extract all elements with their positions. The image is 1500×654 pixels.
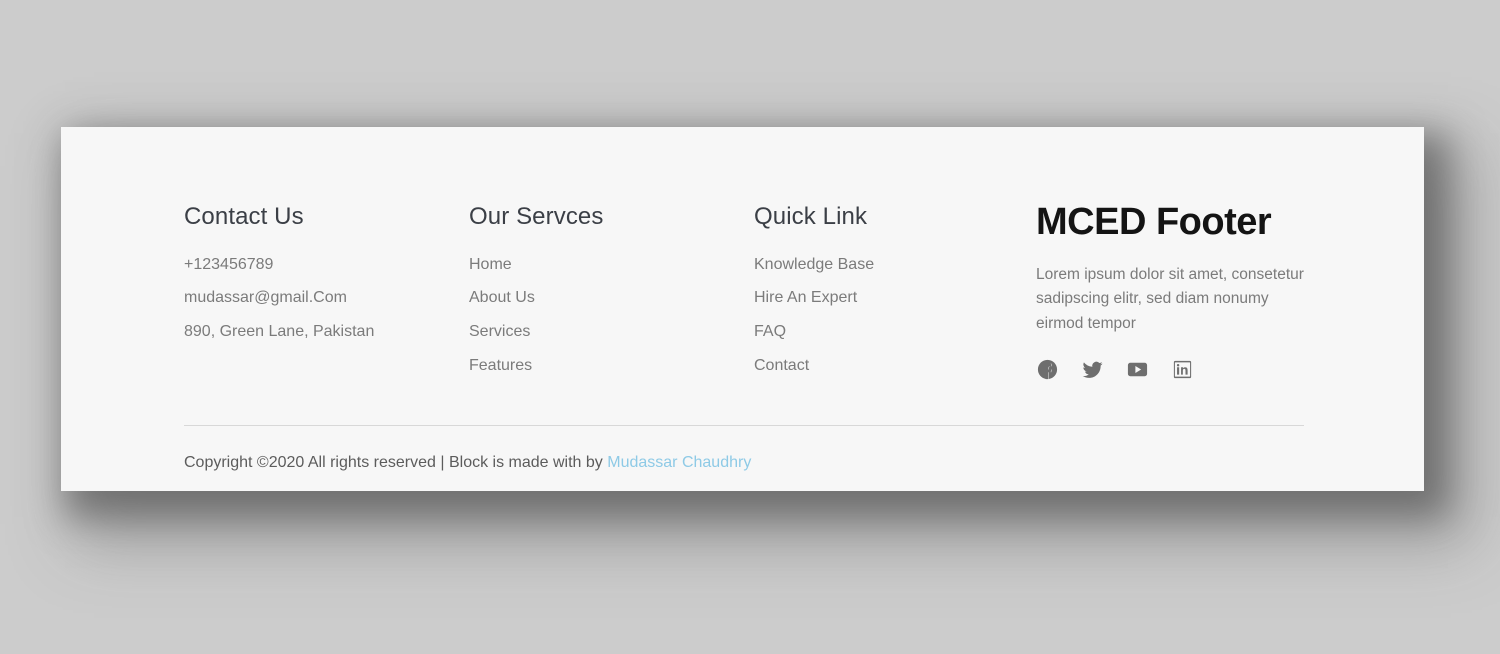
footer-columns: Contact Us +123456789 mudassar@gmail.Com… xyxy=(184,201,1364,381)
quick-link-knowledge-base[interactable]: Knowledge Base xyxy=(754,254,874,276)
list-item: Contact xyxy=(754,355,1036,377)
services-link-home[interactable]: Home xyxy=(469,254,512,276)
list-item: Knowledge Base xyxy=(754,254,1036,276)
footer-column-services: Our Servces Home About Us Services Featu… xyxy=(469,203,754,376)
quick-link-contact[interactable]: Contact xyxy=(754,355,809,377)
footer-card: Contact Us +123456789 mudassar@gmail.Com… xyxy=(61,127,1424,491)
footer-column-contact: Contact Us +123456789 mudassar@gmail.Com… xyxy=(184,203,469,343)
quick-link-hire-an-expert[interactable]: Hire An Expert xyxy=(754,287,857,309)
services-link-features[interactable]: Features xyxy=(469,355,532,377)
youtube-icon[interactable] xyxy=(1126,358,1149,381)
linkedin-icon[interactable] xyxy=(1171,358,1194,381)
list-item: Features xyxy=(469,355,754,377)
services-list: Home About Us Services Features xyxy=(469,254,754,376)
footer-column-quick-link: Quick Link Knowledge Base Hire An Expert… xyxy=(754,203,1036,376)
brand-title: MCED Footer xyxy=(1036,201,1272,243)
services-link-about-us[interactable]: About Us xyxy=(469,287,535,309)
list-item: FAQ xyxy=(754,321,1036,343)
list-item: mudassar@gmail.Com xyxy=(184,287,469,309)
facebook-icon[interactable] xyxy=(1036,358,1059,381)
quick-link-list: Knowledge Base Hire An Expert FAQ Contac… xyxy=(754,254,1036,376)
column-heading-quick-link: Quick Link xyxy=(754,203,868,230)
list-item: 890, Green Lane, Pakistan xyxy=(184,321,469,343)
contact-address: 890, Green Lane, Pakistan xyxy=(184,322,375,340)
social-links xyxy=(1036,358,1364,381)
copyright-text: Copyright ©2020 All rights reserved | Bl… xyxy=(184,454,608,471)
footer-column-brand: MCED Footer Lorem ipsum dolor sit amet, … xyxy=(1036,201,1364,381)
footer-copyright: Copyright ©2020 All rights reserved | Bl… xyxy=(184,452,751,474)
list-item: Hire An Expert xyxy=(754,287,1036,309)
list-item: Services xyxy=(469,321,754,343)
footer-divider xyxy=(184,425,1304,426)
services-link-services[interactable]: Services xyxy=(469,321,530,343)
contact-list: +123456789 mudassar@gmail.Com 890, Green… xyxy=(184,254,469,343)
list-item: +123456789 xyxy=(184,254,469,276)
brand-description: Lorem ipsum dolor sit amet, consetetur s… xyxy=(1036,265,1304,332)
twitter-icon[interactable] xyxy=(1081,358,1104,381)
column-heading-contact: Contact Us xyxy=(184,203,304,230)
quick-link-faq[interactable]: FAQ xyxy=(754,321,786,343)
contact-email: mudassar@gmail.Com xyxy=(184,289,347,307)
contact-phone: +123456789 xyxy=(184,255,274,273)
list-item: Home xyxy=(469,254,754,276)
list-item: About Us xyxy=(469,287,754,309)
column-heading-services: Our Servces xyxy=(469,203,604,230)
author-link[interactable]: Mudassar Chaudhry xyxy=(607,454,751,471)
